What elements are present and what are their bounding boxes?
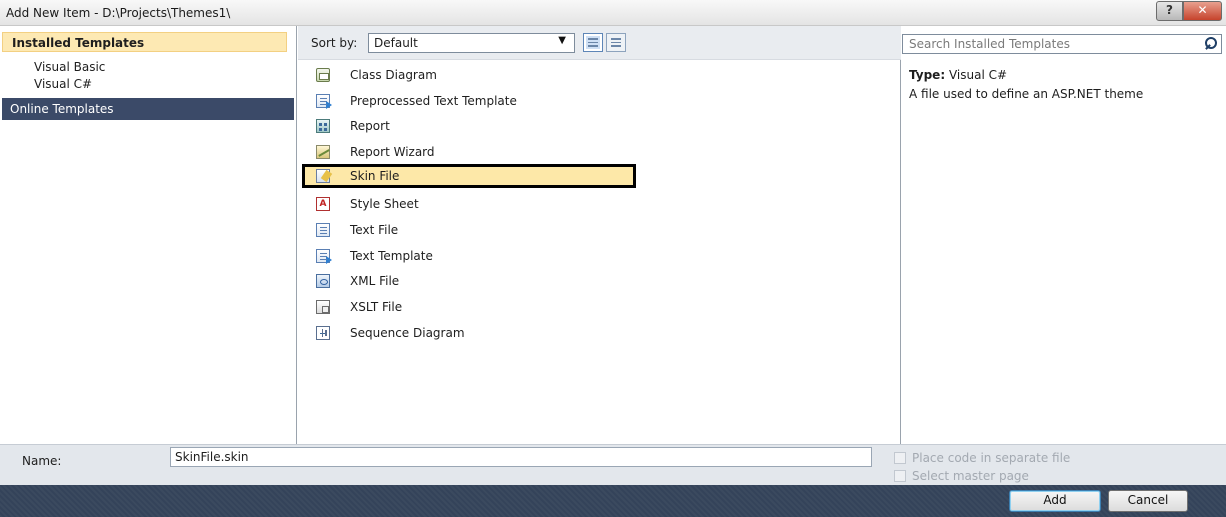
template-label: Preprocessed Text Template bbox=[350, 94, 517, 108]
template-label: Style Sheet bbox=[350, 197, 419, 211]
template-label: Text Template bbox=[350, 249, 433, 263]
add-button[interactable]: Add bbox=[1009, 490, 1101, 512]
template-item-style-sheet[interactable]: A Style Sheet bbox=[302, 192, 632, 216]
place-code-checkbox[interactable] bbox=[894, 452, 906, 464]
type-value: Visual C# bbox=[948, 68, 1008, 82]
template-label: XML File bbox=[350, 274, 400, 288]
search-placeholder: Search Installed Templates bbox=[909, 37, 1070, 51]
template-label: Report Wizard bbox=[350, 145, 435, 159]
type-label: Type: bbox=[909, 68, 946, 82]
close-button[interactable]: ✕ bbox=[1183, 1, 1222, 21]
medium-icons-view-button[interactable] bbox=[583, 33, 603, 52]
template-list: Class Diagram Preprocessed Text Template… bbox=[298, 60, 901, 444]
tree-item-visual-basic[interactable]: Visual Basic bbox=[34, 60, 105, 74]
installed-templates-header[interactable]: Installed Templates bbox=[2, 32, 287, 52]
xslt-file-icon bbox=[316, 300, 330, 314]
template-label: Report bbox=[350, 119, 390, 133]
small-icons-icon bbox=[611, 38, 621, 47]
place-code-option: Place code in separate file bbox=[894, 451, 1070, 465]
templates-tree-panel: Installed Templates Visual Basic Visual … bbox=[0, 26, 297, 444]
help-button[interactable]: ? bbox=[1156, 1, 1183, 21]
report-icon bbox=[316, 119, 330, 133]
template-item-report-wizard[interactable]: Report Wizard bbox=[302, 140, 632, 164]
search-input[interactable]: Search Installed Templates bbox=[902, 34, 1222, 54]
template-label: Text File bbox=[350, 223, 399, 237]
sort-by-select[interactable]: Default ▼ bbox=[368, 33, 575, 53]
template-type: Type: Visual C# bbox=[909, 68, 1007, 82]
class-diagram-icon bbox=[316, 68, 330, 82]
template-item-preprocessed-text-template[interactable]: Preprocessed Text Template bbox=[302, 89, 632, 113]
place-code-label: Place code in separate file bbox=[912, 451, 1071, 465]
title-bar: Add New Item - D:\Projects\Themes1\ ? ✕ bbox=[0, 0, 1226, 26]
template-item-class-diagram[interactable]: Class Diagram bbox=[302, 63, 632, 87]
template-item-skin-file[interactable]: Skin File bbox=[302, 164, 636, 188]
text-file-icon bbox=[316, 223, 330, 237]
template-description: A file used to define an ASP.NET theme bbox=[909, 87, 1144, 101]
name-field[interactable]: SkinFile.skin bbox=[170, 447, 872, 467]
template-item-report[interactable]: Report bbox=[302, 114, 632, 138]
template-item-sequence-diagram[interactable]: Sequence Diagram bbox=[302, 321, 632, 345]
window-title: Add New Item - D:\Projects\Themes1\ bbox=[6, 6, 231, 20]
sort-toolbar: Sort by: Default ▼ bbox=[298, 26, 901, 60]
template-item-text-template[interactable]: Text Template bbox=[302, 244, 632, 268]
preprocessed-text-template-icon bbox=[316, 94, 332, 109]
small-icons-view-button[interactable] bbox=[606, 33, 626, 52]
name-label: Name: bbox=[22, 454, 62, 468]
sort-by-value: Default bbox=[374, 36, 418, 50]
select-master-label: Select master page bbox=[912, 469, 1029, 483]
xml-file-icon bbox=[316, 274, 330, 288]
report-wizard-icon bbox=[316, 145, 330, 159]
sort-by-label: Sort by: bbox=[311, 36, 358, 50]
template-label: Sequence Diagram bbox=[350, 326, 465, 340]
template-item-xslt-file[interactable]: XSLT File bbox=[302, 295, 632, 319]
search-icon[interactable] bbox=[1204, 37, 1217, 50]
chevron-down-icon: ▼ bbox=[558, 35, 566, 46]
sequence-diagram-icon bbox=[316, 326, 330, 340]
cancel-button[interactable]: Cancel bbox=[1108, 490, 1188, 512]
text-template-icon bbox=[316, 249, 332, 264]
dialog-footer: Add Cancel bbox=[0, 485, 1226, 517]
skin-file-icon bbox=[316, 169, 330, 183]
template-details-panel: Search Installed Templates Type: Visual … bbox=[902, 26, 1226, 444]
template-label: Skin File bbox=[350, 169, 400, 183]
medium-icons-icon bbox=[588, 38, 598, 47]
style-sheet-icon: A bbox=[316, 197, 330, 211]
select-master-option: Select master page bbox=[894, 469, 1029, 483]
template-item-text-file[interactable]: Text File bbox=[302, 218, 632, 242]
template-label: Class Diagram bbox=[350, 68, 437, 82]
tree-item-visual-csharp[interactable]: Visual C# bbox=[34, 77, 92, 91]
name-bar: Name: SkinFile.skin Place code in separa… bbox=[0, 444, 1226, 485]
online-templates-header[interactable]: Online Templates bbox=[2, 98, 294, 120]
select-master-checkbox[interactable] bbox=[894, 470, 906, 482]
template-label: XSLT File bbox=[350, 300, 403, 314]
template-item-xml-file[interactable]: XML File bbox=[302, 269, 632, 293]
